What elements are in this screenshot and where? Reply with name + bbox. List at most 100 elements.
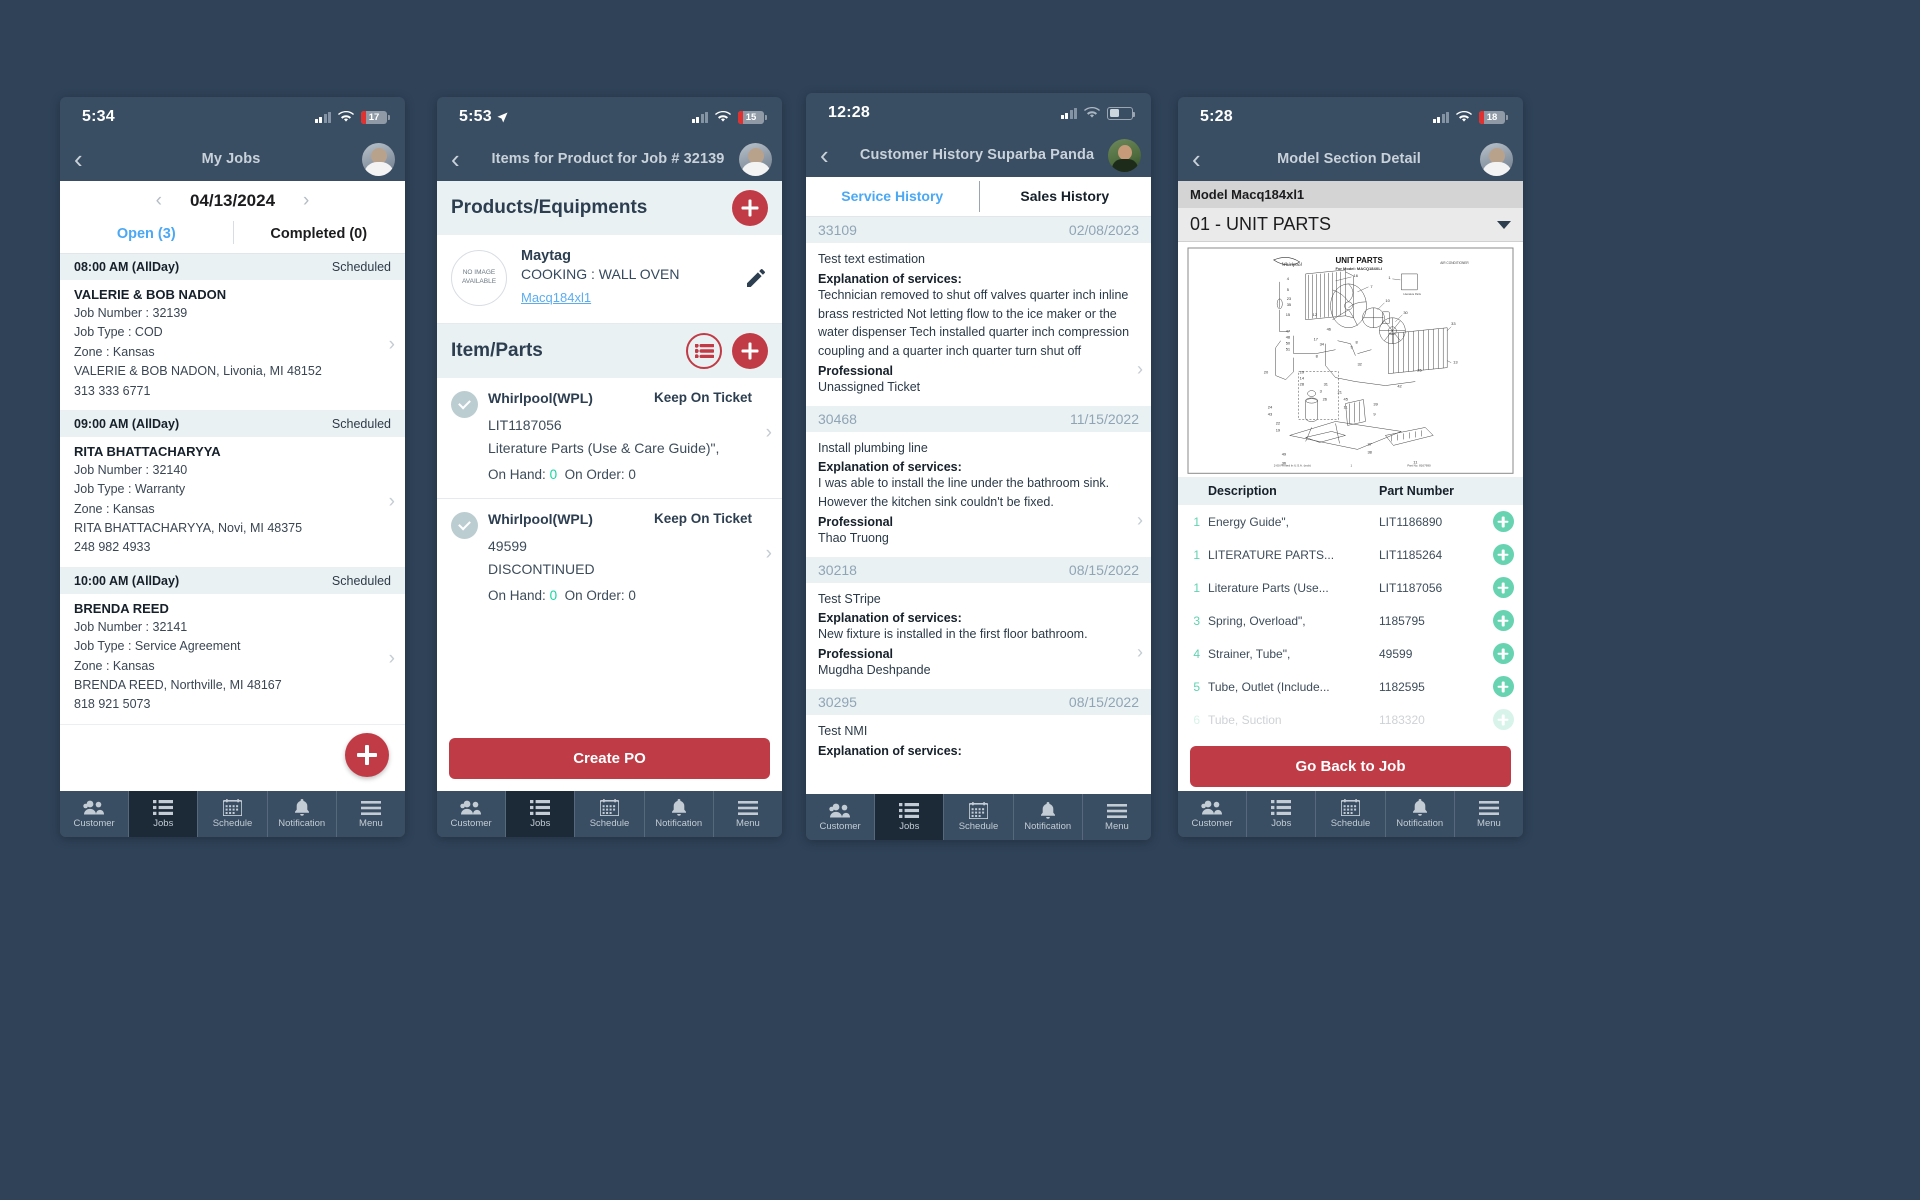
table-row[interactable]: 6 Tube, Suction 1183320 [1178,703,1523,736]
svg-text:UNIT PARTS: UNIT PARTS [1336,256,1383,265]
history-entry[interactable]: Test text estimation Explanation of serv… [806,243,1151,406]
add-job-button[interactable] [345,733,389,777]
add-part-icon[interactable] [1483,544,1523,566]
product-row[interactable]: NO IMAGE AVAILABLE Maytag COOKING : WALL… [437,235,782,324]
job-card[interactable]: BRENDA REED Job Number : 32141 Job Type … [60,594,405,725]
row-description: LITERATURE PARTS... [1208,547,1335,562]
back-icon[interactable]: ‹ [816,142,846,168]
tab-jobs[interactable]: Jobs [506,791,576,837]
job-type: Job Type : Service Agreement [74,639,241,654]
tab-menu[interactable]: Menu [1083,794,1151,840]
chevron-right-icon[interactable]: › [766,422,772,444]
avatar[interactable] [362,142,395,176]
row-qty: 1 [1193,547,1200,562]
create-po-button[interactable]: Create PO [449,738,770,779]
table-row[interactable]: 5 Tube, Outlet (Include... 1182595 [1178,670,1523,703]
job-number: Job Number : 32141 [74,619,188,634]
tab-service-history[interactable]: Service History [806,177,979,216]
table-row[interactable]: 1 Literature Parts (Use... LIT1187056 [1178,571,1523,604]
product-model-link[interactable]: Macq184xl1 [521,290,591,305]
job-card[interactable]: RITA BHATTACHARYYA Job Number : 32140 Jo… [60,437,405,568]
battery-icon: 18 [1479,110,1508,124]
tab-customer[interactable]: Customer [437,791,507,837]
job-phone: 818 921 5073 [74,697,151,712]
parts-list-button[interactable] [686,333,722,369]
chevron-right-icon[interactable]: › [1137,359,1143,380]
tab-schedule[interactable]: Schedule [575,791,645,837]
table-row[interactable]: 1 Energy Guide", LIT1186890 [1178,505,1523,538]
chevron-right-icon[interactable]: › [389,491,395,513]
table-row[interactable]: 4 Strainer, Tube", 49599 [1178,637,1523,670]
part-row[interactable]: Whirlpool(WPL) Keep On Ticket LIT1187056… [437,378,782,488]
chevron-down-icon[interactable] [1497,220,1511,229]
tab-menu[interactable]: Menu [1455,791,1523,837]
tab-notification[interactable]: Notification [1014,794,1083,840]
table-row[interactable]: 3 Spring, Overload", 1185795 [1178,604,1523,637]
product-category: COOKING : WALL OVEN [521,266,680,282]
next-date-icon[interactable]: › [303,190,309,212]
on-hand-value: 0 [549,587,558,603]
tab-notification[interactable]: Notification [645,791,714,837]
add-part-icon[interactable] [1483,577,1523,599]
section-selector[interactable]: 01 - UNIT PARTS [1178,208,1523,242]
history-entry[interactable]: Install plumbing line Explanation of ser… [806,432,1151,557]
go-back-to-job-button[interactable]: Go Back to Job [1190,746,1511,788]
back-icon[interactable]: ‹ [70,146,100,172]
add-part-button[interactable] [732,333,768,369]
tab-schedule[interactable]: Schedule [198,791,268,837]
add-product-button[interactable] [732,190,768,226]
list-icon [153,799,174,816]
tab-customer[interactable]: Customer [1178,791,1248,837]
row-part-number: 1185795 [1379,613,1425,628]
tab-notification[interactable]: Notification [268,791,337,837]
add-part-icon[interactable] [1483,709,1523,731]
tab-menu[interactable]: Menu [714,791,782,837]
chevron-right-icon[interactable]: › [389,648,395,670]
edit-pencil-icon[interactable] [744,266,768,290]
chevron-right-icon[interactable]: › [389,334,395,356]
tab-schedule[interactable]: Schedule [1316,791,1386,837]
tab-sales-history[interactable]: Sales History [978,177,1152,216]
tab-customer[interactable]: Customer [806,794,876,840]
status-time: 5:28 [1200,108,1233,125]
job-card[interactable]: VALERIE & BOB NADON Job Number : 32139 J… [60,280,405,411]
tab-jobs[interactable]: Jobs [129,791,199,837]
tab-jobs[interactable]: Jobs [1247,791,1317,837]
history-entry[interactable]: Test NMI Explanation of services: [806,715,1151,767]
add-part-icon[interactable] [1483,676,1523,698]
tab-completed-jobs[interactable]: Completed (0) [232,219,406,253]
job-phone: 248 982 4933 [74,540,151,555]
table-row[interactable]: 1 LITERATURE PARTS... LIT1185264 [1178,538,1523,571]
tab-customer[interactable]: Customer [60,791,130,837]
chevron-right-icon[interactable]: › [766,543,772,565]
tab-schedule[interactable]: Schedule [944,794,1014,840]
part-row[interactable]: Whirlpool(WPL) Keep On Ticket 49599 DISC… [437,499,782,609]
job-list: 08:00 AM (AllDay) Scheduled VALERIE & BO… [60,254,405,791]
avatar[interactable] [739,142,772,176]
row-part-number: 1182595 [1379,679,1425,694]
tab-label: Notification [655,818,703,829]
avatar[interactable] [1108,138,1141,172]
tab-jobs[interactable]: Jobs [875,794,945,840]
back-icon[interactable]: ‹ [1188,146,1218,172]
back-icon[interactable]: ‹ [447,146,477,172]
tab-notification[interactable]: Notification [1386,791,1455,837]
add-part-icon[interactable] [1483,610,1523,632]
chevron-right-icon[interactable]: › [1137,642,1143,663]
part-checkbox[interactable] [451,511,478,539]
tab-open-jobs[interactable]: Open (3) [60,219,233,253]
on-order-label: On Order: [564,587,625,603]
avatar[interactable] [1480,142,1513,176]
history-id: 33109 [818,222,857,238]
chevron-right-icon[interactable]: › [1137,510,1143,531]
parts-diagram[interactable]: Whirlpool UNIT PARTS For Model: MACQ184X… [1178,242,1523,478]
part-stock: On Hand: 0 On Order: 0 [488,467,768,482]
tab-menu[interactable]: Menu [337,791,405,837]
list-icon [1271,799,1292,816]
part-checkbox[interactable] [451,391,478,418]
add-part-icon[interactable] [1483,511,1523,533]
history-entry[interactable]: Test STripe Explanation of services: New… [806,583,1151,689]
add-part-icon[interactable] [1483,643,1523,665]
tab-label: Jobs [153,818,174,829]
prev-date-icon[interactable]: ‹ [156,190,162,212]
